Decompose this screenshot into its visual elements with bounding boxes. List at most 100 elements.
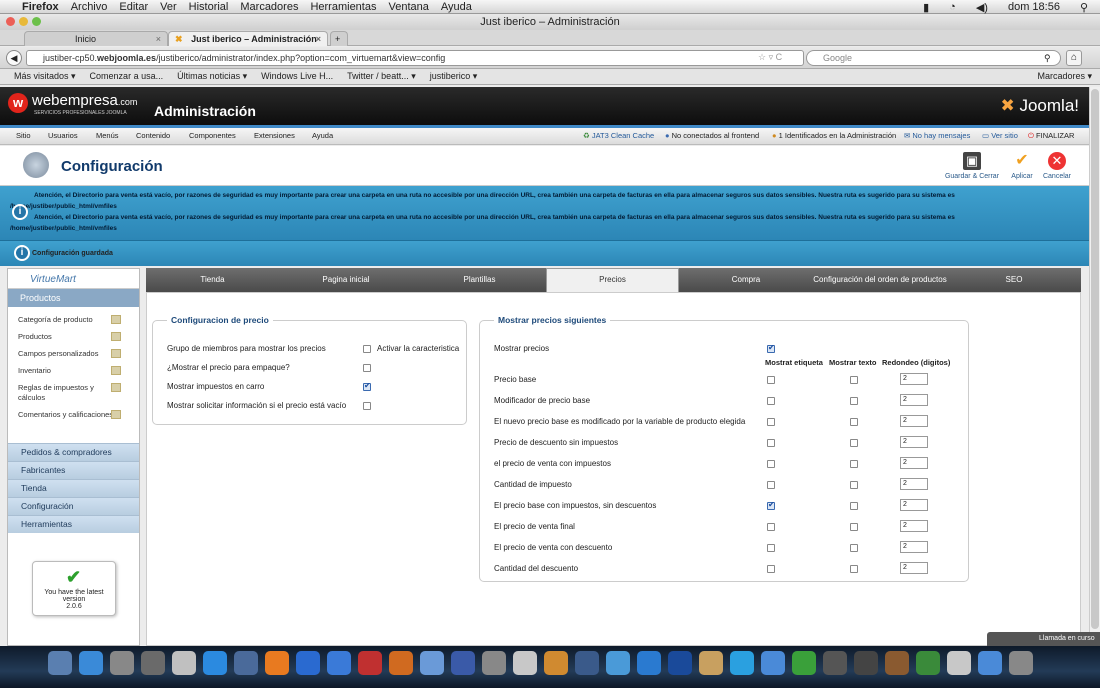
dock-app-icon[interactable] xyxy=(699,651,723,675)
tab-administracion[interactable]: ✖ Just iberico – Administración × xyxy=(168,31,328,46)
rounding-input[interactable]: 2 xyxy=(900,499,928,511)
bookmark-item[interactable]: Comenzar a usa... xyxy=(90,71,164,81)
mac-menu-4[interactable]: Marcadores xyxy=(234,1,304,13)
sidebar-bar-tienda[interactable]: Tienda xyxy=(8,479,139,497)
tab-precios[interactable]: Precios xyxy=(546,268,679,292)
show-label-checkbox[interactable] xyxy=(767,481,775,489)
show-label-checkbox[interactable] xyxy=(767,376,775,384)
show-prices-checkbox[interactable] xyxy=(767,343,775,353)
dock-app-icon[interactable] xyxy=(79,651,103,675)
dock-app-icon[interactable] xyxy=(296,651,320,675)
scrollbar-thumb[interactable] xyxy=(1091,89,1099,629)
price-config-checkbox[interactable] xyxy=(363,402,371,410)
show-text-checkbox[interactable] xyxy=(850,439,858,447)
sidebar-bar-configuracion[interactable]: Configuración xyxy=(8,497,139,515)
show-label-checkbox[interactable] xyxy=(767,418,775,426)
tab-orden-productos[interactable]: Configuración del orden de productos xyxy=(813,268,947,292)
sidebar-bar-pedidos[interactable]: Pedidos & compradores xyxy=(8,443,139,461)
rounding-input[interactable]: 2 xyxy=(900,373,928,385)
rounding-input[interactable]: 2 xyxy=(900,520,928,532)
save-close-button[interactable]: ▣ Guardar & Cerrar xyxy=(944,152,1000,180)
clock[interactable]: dom 18:56 xyxy=(1002,1,1066,13)
messages-link[interactable]: ✉ No hay mensajes xyxy=(904,128,970,144)
search-icon[interactable]: ⚲ xyxy=(1044,53,1051,64)
dock-app-icon[interactable] xyxy=(606,651,630,675)
show-text-checkbox[interactable] xyxy=(850,565,858,573)
tab-seo[interactable]: SEO xyxy=(947,268,1081,292)
bookmark-item[interactable]: Twitter / beatt... ▾ xyxy=(347,71,416,81)
dock-app-icon[interactable] xyxy=(978,651,1002,675)
bookmarks-menu[interactable]: Marcadores ▾ xyxy=(1037,69,1092,84)
tab-inicio[interactable]: Inicio × xyxy=(24,31,168,46)
menu-ayuda[interactable]: Ayuda xyxy=(312,128,333,144)
close-tab-icon[interactable]: × xyxy=(316,32,321,46)
show-label-checkbox[interactable] xyxy=(767,500,775,510)
price-config-checkbox[interactable] xyxy=(363,381,371,391)
menu-contenido[interactable]: Contenido xyxy=(136,128,170,144)
show-text-checkbox[interactable] xyxy=(850,397,858,405)
app-menu[interactable]: Firefox xyxy=(16,1,65,13)
show-label-checkbox[interactable] xyxy=(767,523,775,531)
dock-app-icon[interactable] xyxy=(141,651,165,675)
volume-icon[interactable]: ◀) xyxy=(970,1,994,14)
dock-app-icon[interactable] xyxy=(575,651,599,675)
dock-app-icon[interactable] xyxy=(482,651,506,675)
dock-app-icon[interactable] xyxy=(730,651,754,675)
battery-icon[interactable]: ▮ xyxy=(917,1,935,14)
dock-app-icon[interactable] xyxy=(544,651,568,675)
dock-app-icon[interactable] xyxy=(916,651,940,675)
show-text-checkbox[interactable] xyxy=(850,460,858,468)
dock-app-icon[interactable] xyxy=(327,651,351,675)
dock-app-icon[interactable] xyxy=(854,651,878,675)
dock-app-icon[interactable] xyxy=(420,651,444,675)
mac-menu-5[interactable]: Herramientas xyxy=(304,1,382,13)
minimize-window-icon[interactable] xyxy=(19,17,28,26)
dock-app-icon[interactable] xyxy=(110,651,134,675)
show-text-checkbox[interactable] xyxy=(850,376,858,384)
bookmark-item[interactable]: justiberico ▾ xyxy=(430,71,478,81)
mac-menu-1[interactable]: Editar xyxy=(113,1,154,13)
tab-compra[interactable]: Compra xyxy=(679,268,813,292)
rounding-input[interactable]: 2 xyxy=(900,478,928,490)
dock-app-icon[interactable] xyxy=(358,651,382,675)
dock-app-icon[interactable] xyxy=(668,651,692,675)
mac-menu-2[interactable]: Ver xyxy=(154,1,183,13)
show-text-checkbox[interactable] xyxy=(850,502,858,510)
price-config-checkbox[interactable] xyxy=(363,364,371,372)
rounding-input[interactable]: 2 xyxy=(900,415,928,427)
view-site-link[interactable]: ▭ Ver sitio xyxy=(982,128,1018,144)
show-label-checkbox[interactable] xyxy=(767,439,775,447)
bookmark-item[interactable]: Windows Live H... xyxy=(261,71,333,81)
show-label-checkbox[interactable] xyxy=(767,544,775,552)
show-text-checkbox[interactable] xyxy=(850,544,858,552)
section-productos[interactable]: Productos xyxy=(8,289,139,307)
sidebar-item-comentarios[interactable]: Comentarios y calificaciones xyxy=(8,410,139,420)
rounding-input[interactable]: 2 xyxy=(900,394,928,406)
call-notification[interactable]: Llamada en curso xyxy=(987,632,1100,646)
rounding-input[interactable]: 2 xyxy=(900,541,928,553)
tab-pagina-inicial[interactable]: Pagina inicial xyxy=(279,268,413,292)
apply-button[interactable]: ✔ Aplicar xyxy=(1008,152,1036,180)
close-tab-icon[interactable]: × xyxy=(156,32,161,46)
logout-link[interactable]: ⏻ FINALIZAR xyxy=(1028,128,1074,144)
page-scrollbar[interactable] xyxy=(1089,87,1100,644)
menu-usuarios[interactable]: Usuarios xyxy=(48,128,78,144)
rounding-input[interactable]: 2 xyxy=(900,436,928,448)
rounding-input[interactable]: 2 xyxy=(900,457,928,469)
show-label-checkbox[interactable] xyxy=(767,565,775,573)
sidebar-bar-herramientas[interactable]: Herramientas xyxy=(8,515,139,533)
spotlight-icon[interactable]: ⚲ xyxy=(1074,1,1094,14)
show-label-checkbox[interactable] xyxy=(767,460,775,468)
mac-menu-3[interactable]: Historial xyxy=(183,1,235,13)
bookmark-star-icon[interactable]: ☆ ▿ C xyxy=(758,52,782,63)
zoom-window-icon[interactable] xyxy=(32,17,41,26)
show-text-checkbox[interactable] xyxy=(850,418,858,426)
dock-app-icon[interactable] xyxy=(761,651,785,675)
show-text-checkbox[interactable] xyxy=(850,481,858,489)
sidebar-item-inventario[interactable]: Inventario xyxy=(8,366,139,376)
sidebar-item-campos[interactable]: Campos personalizados xyxy=(8,349,139,359)
tab-plantillas[interactable]: Plantillas xyxy=(413,268,546,292)
clean-cache-link[interactable]: ♻ JAT3 Clean Cache xyxy=(583,128,654,144)
dock-app-icon[interactable] xyxy=(947,651,971,675)
show-label-checkbox[interactable] xyxy=(767,397,775,405)
